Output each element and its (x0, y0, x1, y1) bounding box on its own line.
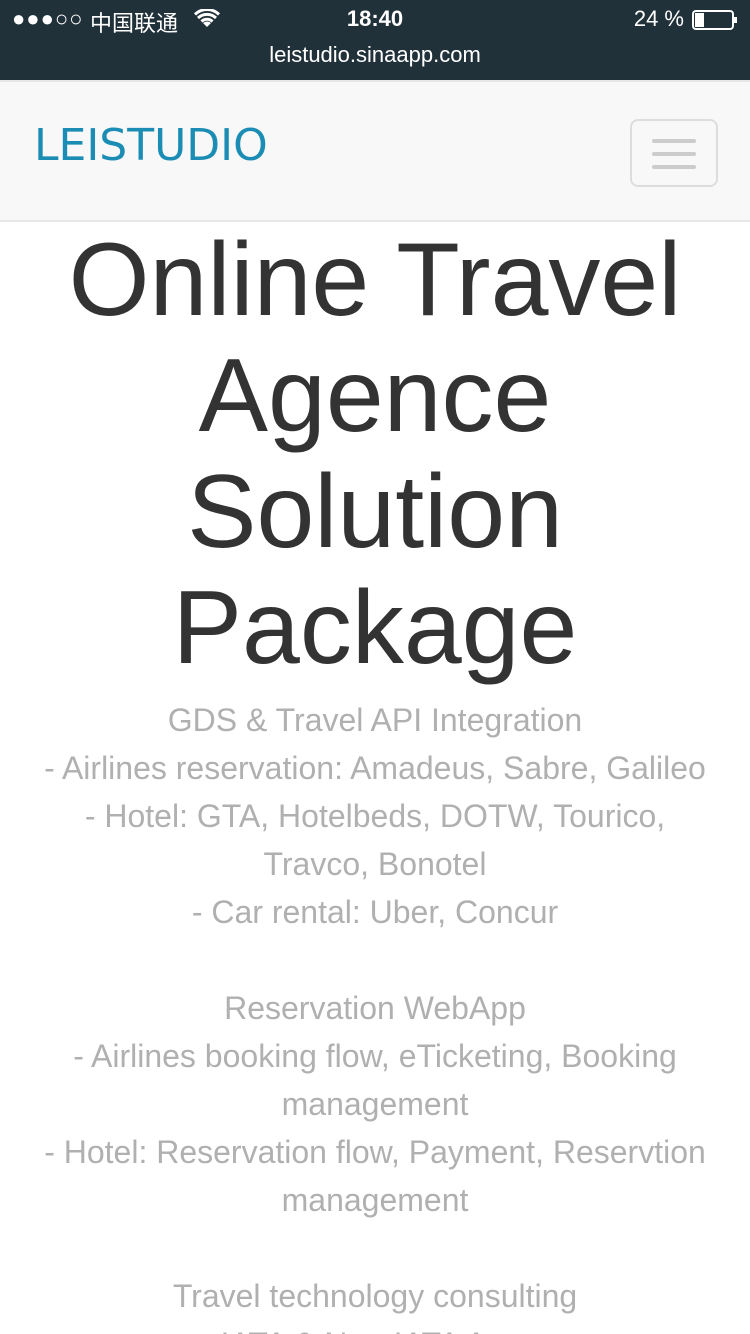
section-heading: Travel technology consulting (172, 1278, 578, 1314)
section-line: - Airlines reservation: Amadeus, Sabre, … (44, 750, 706, 786)
service-section: GDS & Travel API Integration - Airlines … (0, 696, 750, 936)
brand-logo[interactable]: LEISTUDIO (34, 120, 268, 171)
battery-percentage: 24 % (633, 6, 684, 31)
battery-icon (692, 10, 737, 30)
main-content: Online Travel Agence Solution Package GD… (0, 222, 750, 1334)
service-section: Travel technology consulting - IATA & No… (0, 1272, 750, 1334)
navbar: LEISTUDIO (0, 80, 750, 222)
status-bar: ●●●○○ 中国联通 18:40 24 % leistudio.sinaapp.… (0, 0, 750, 80)
section-heading: GDS & Travel API Integration (167, 702, 583, 738)
services-list: GDS & Travel API Integration - Airlines … (0, 696, 750, 1334)
section-line: - Hotel: GTA, Hotelbeds, DOTW, Tourico, … (84, 798, 666, 882)
section-line: - IATA & Non-IATA Agent (28, 1320, 722, 1334)
service-section: Reservation WebApp - Airlines booking fl… (0, 984, 750, 1224)
page-title: Online Travel Agence Solution Package (68, 222, 682, 686)
section-line: - Airlines booking flow, eTicketing, Boo… (73, 1038, 677, 1122)
section-heading: Reservation WebApp (224, 990, 526, 1026)
status-row: ●●●○○ 中国联通 18:40 24 % (0, 0, 750, 40)
section-line: - Car rental: Uber, Concur (191, 894, 559, 930)
section-line: - Hotel: Reservation flow, Payment, Rese… (44, 1134, 706, 1218)
address-bar[interactable]: leistudio.sinaapp.com (0, 40, 750, 76)
menu-toggle-button[interactable] (630, 119, 718, 187)
